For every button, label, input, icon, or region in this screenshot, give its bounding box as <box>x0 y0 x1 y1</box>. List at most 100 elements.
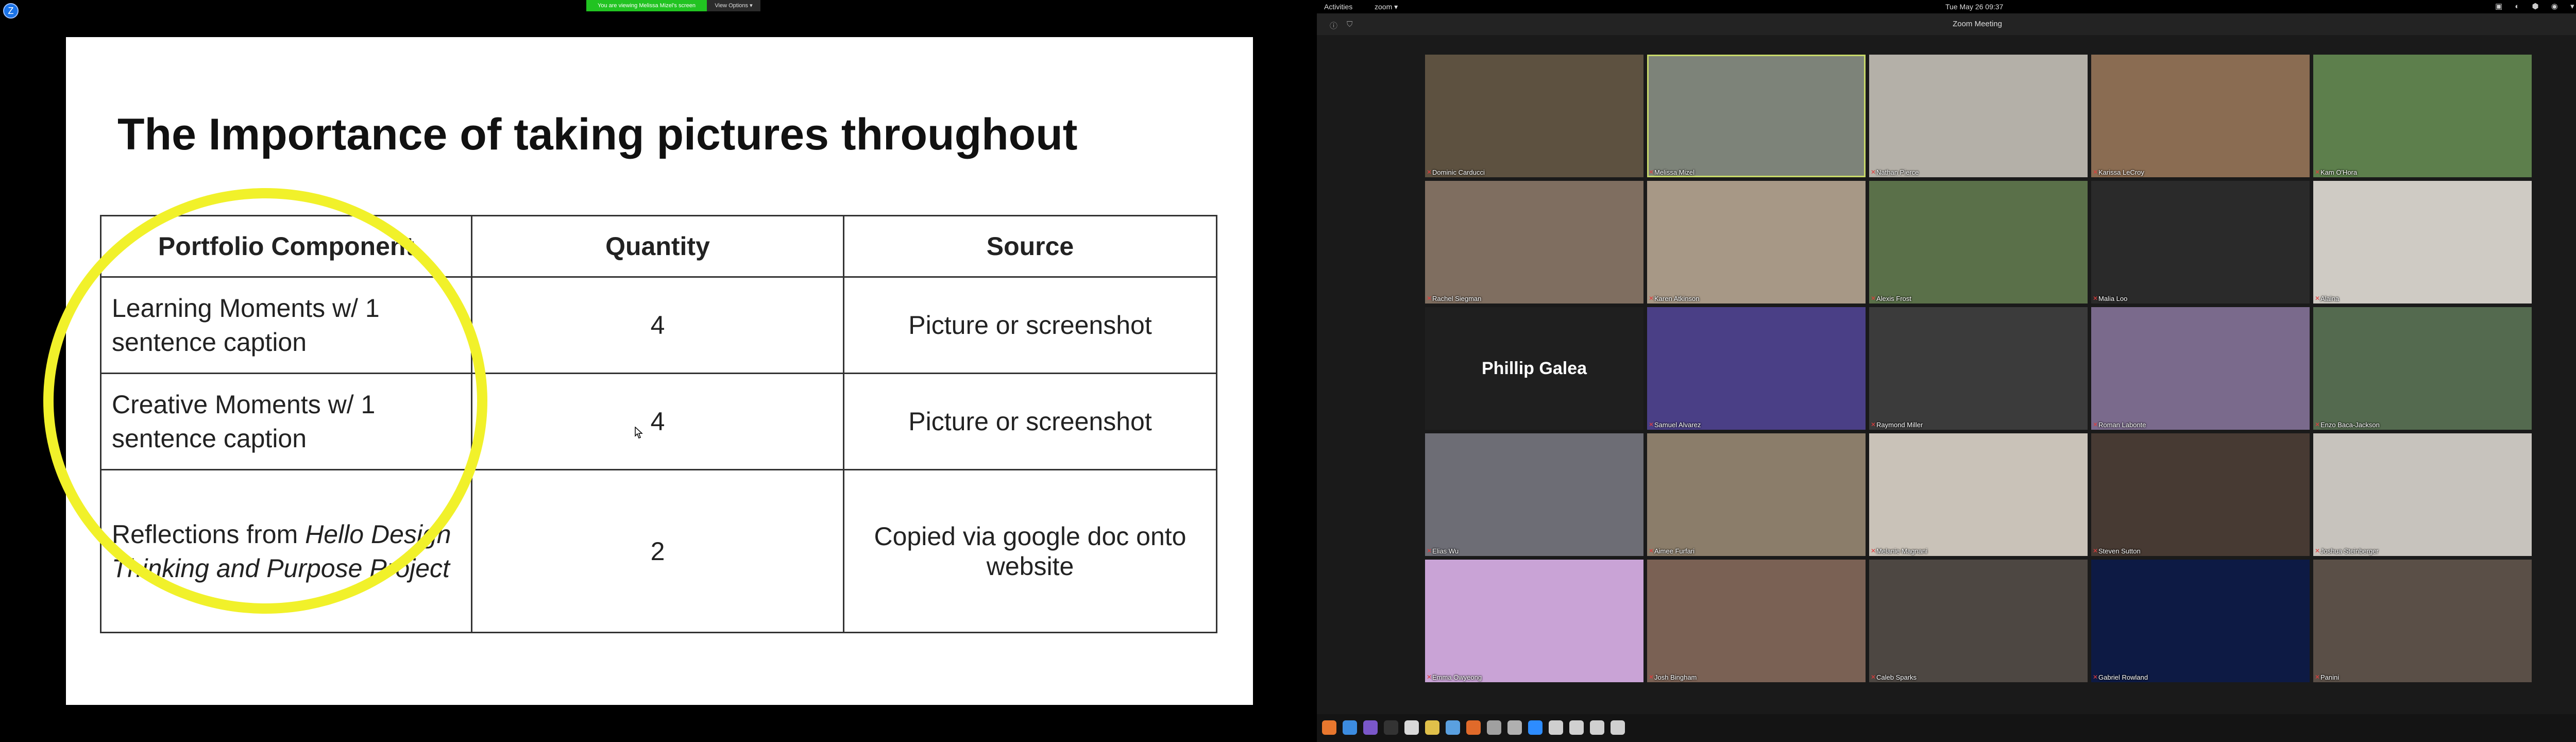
component-cell: Reflections from Hello Design Thinking a… <box>100 469 472 633</box>
participant-name: Melissa Mizel <box>1654 168 1695 176</box>
participant-video <box>1425 433 1643 556</box>
participant-video <box>2313 560 2532 682</box>
participant-tile[interactable]: ✕ Dominic Carducci <box>1425 55 1643 177</box>
mouse-cursor-icon <box>635 427 643 439</box>
mic-muted-icon: ✕ <box>2315 168 2320 176</box>
participant-video <box>2313 55 2532 177</box>
table-row: Reflections from Hello Design Thinking a… <box>100 469 1217 633</box>
participant-tile[interactable]: ✕ Karissa LeCroy <box>2091 55 2310 177</box>
folder-icon[interactable] <box>1507 720 1522 735</box>
participant-video <box>1869 307 2088 430</box>
participant-name: Josh Bingham <box>1654 673 1697 681</box>
participant-name: Roman Labonte <box>2098 421 2146 429</box>
table-row: Learning Moments w/ 1 sentence caption 4… <box>100 276 1217 374</box>
participant-tile[interactable]: ✕ Roman Labonte <box>2091 307 2310 430</box>
mic-muted-icon: ✕ <box>1649 547 1654 554</box>
participant-name: Alexis Frost <box>1876 295 1911 302</box>
participant-tile[interactable]: ✕ Alexis Frost <box>1869 181 2088 303</box>
participant-tile[interactable]: ✕ Melissa Mizel <box>1647 55 1866 177</box>
mic-muted-icon: ✕ <box>1649 168 1654 176</box>
presentation-slide: The Importance of taking pictures throug… <box>43 37 1253 705</box>
participant-tile[interactable]: ✕ Aimee Furfari <box>1647 433 1866 556</box>
mic-muted-icon: ✕ <box>1649 673 1654 681</box>
view-options-button[interactable]: View Options ▾ <box>707 0 760 11</box>
participant-name: Aimee Furfari <box>1654 547 1695 555</box>
participant-video <box>1647 433 1866 556</box>
zoom-logo-icon[interactable]: Z <box>3 3 19 19</box>
participant-tile[interactable]: ✕ Nathan Pierce <box>1869 55 2088 177</box>
mic-muted-icon: ✕ <box>2093 295 2098 302</box>
participant-video <box>1647 55 1866 177</box>
participant-tile[interactable]: ✕ Karen Atkinson <box>1647 181 1866 303</box>
activities-button[interactable]: Activities <box>1324 3 1352 11</box>
zoom-icon[interactable] <box>1528 720 1543 735</box>
participant-video <box>1869 560 2088 682</box>
browser-icon[interactable] <box>1363 720 1378 735</box>
disc-icon[interactable] <box>1425 720 1439 735</box>
participant-name: Gabriel Rowland <box>2098 673 2148 681</box>
table-header-row: Portfolio Component Quantity Source <box>100 215 1217 278</box>
participant-video <box>1425 55 1643 177</box>
participant-name: Emma Owyeong <box>1432 673 1482 681</box>
mic-muted-icon: ✕ <box>2093 168 2098 176</box>
chromium-icon[interactable] <box>1343 720 1357 735</box>
participant-tile[interactable]: ✕ Kam O'Hora <box>2313 55 2532 177</box>
participant-tile[interactable]: ✕ Raymond Miller <box>1869 307 2088 430</box>
calendar-icon[interactable] <box>1549 720 1563 735</box>
participant-tile[interactable]: ✕ Joshua Steinberger <box>2313 433 2532 556</box>
document-icon[interactable] <box>1569 720 1584 735</box>
participant-video <box>1425 560 1643 682</box>
mic-muted-icon: ✕ <box>1871 421 1876 428</box>
column-header: Source <box>843 215 1217 278</box>
source-cell: Picture or screenshot <box>843 373 1217 470</box>
docs-icon[interactable] <box>1446 720 1460 735</box>
system-tray-icons[interactable]: ▣ ◐ ⬢ ◉ ▾ ▾ ◀ ⏻ <box>2495 2 2576 11</box>
mic-muted-icon: ✕ <box>1871 673 1876 681</box>
participant-name: Karissa LeCroy <box>2098 168 2144 176</box>
shared-screen: Z You are viewing Melissa Mizel's screen… <box>0 0 1317 742</box>
participant-tile[interactable]: ✕ Alaina <box>2313 181 2532 303</box>
files-icon[interactable] <box>1404 720 1419 735</box>
participant-video <box>2091 433 2310 556</box>
participant-tile[interactable]: ✕ Gabriel Rowland <box>2091 560 2310 682</box>
participant-tile[interactable]: ✕ Rachel Siegman <box>1425 181 1643 303</box>
document-icon[interactable] <box>1590 720 1604 735</box>
app-menu[interactable]: zoom ▾ <box>1375 3 1398 11</box>
mic-muted-icon: ✕ <box>2315 673 2320 681</box>
participant-tile[interactable]: ✕ Elias Wu <box>1425 433 1643 556</box>
participant-video <box>1869 181 2088 303</box>
participant-tile[interactable]: ✕ Samuel Alvarez <box>1647 307 1866 430</box>
home-folder-icon[interactable] <box>1466 720 1481 735</box>
participant-tile[interactable]: ✕ Caleb Sparks <box>1869 560 2088 682</box>
participant-tile[interactable]: ✕ Panini <box>2313 560 2532 682</box>
participant-tile[interactable]: Phillip Galea <box>1425 307 1643 430</box>
component-cell: Learning Moments w/ 1 sentence caption <box>100 276 472 374</box>
participant-name: Kam O'Hora <box>2320 168 2358 176</box>
books-icon[interactable] <box>1487 720 1501 735</box>
component-prefix: Reflections from <box>112 519 306 549</box>
mic-muted-icon: ✕ <box>1871 168 1876 176</box>
mic-muted-icon: ✕ <box>1871 547 1876 554</box>
firefox-icon[interactable] <box>1322 720 1336 735</box>
participant-name: Enzo Baca-Jackson <box>2320 421 2380 429</box>
participant-video <box>2091 55 2310 177</box>
participant-tile[interactable]: ✕ Emma Owyeong <box>1425 560 1643 682</box>
participant-tile[interactable]: ✕ Melanie Magnani <box>1869 433 2088 556</box>
mic-muted-icon: ✕ <box>2093 421 2098 428</box>
participant-tile[interactable]: ✕ Steven Sutton <box>2091 433 2310 556</box>
participant-name: Joshua Steinberger <box>2320 547 2379 555</box>
participant-tile[interactable]: ✕ Josh Bingham <box>1647 560 1866 682</box>
mic-muted-icon: ✕ <box>1427 168 1432 176</box>
participant-tile[interactable]: ✕ Enzo Baca-Jackson <box>2313 307 2532 430</box>
terminal-icon[interactable] <box>1384 720 1398 735</box>
participant-name: Alaina <box>2320 295 2340 302</box>
mic-muted-icon: ✕ <box>1427 295 1432 302</box>
top-bar: Activities zoom ▾ Tue May 26 09:37 ▣ ◐ ⬢… <box>1317 0 2576 13</box>
document-icon[interactable] <box>1611 720 1625 735</box>
participant-tile[interactable]: ✕ Malia Loo <box>2091 181 2310 303</box>
desktop: Activities zoom ▾ Tue May 26 09:37 ▣ ◐ ⬢… <box>1317 0 2576 742</box>
source-cell: Copied via google doc onto website <box>843 469 1217 633</box>
participant-display-name: Phillip Galea <box>1481 358 1587 378</box>
participant-video <box>2091 307 2310 430</box>
clock[interactable]: Tue May 26 09:37 <box>1945 3 2003 11</box>
